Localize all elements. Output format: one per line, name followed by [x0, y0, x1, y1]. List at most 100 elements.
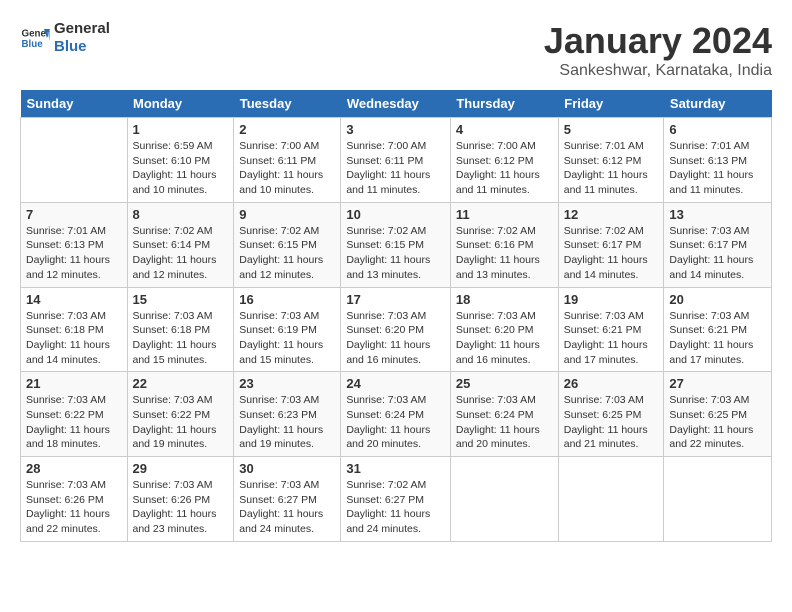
day-info: Sunrise: 7:03 AM Sunset: 6:20 PM Dayligh…	[456, 310, 540, 366]
week-row-4: 21 Sunrise: 7:03 AM Sunset: 6:22 PM Dayli…	[21, 372, 772, 457]
day-number: 16	[239, 292, 335, 307]
day-cell: 12 Sunrise: 7:02 AM Sunset: 6:17 PM Dayli…	[558, 202, 664, 287]
day-cell: 23 Sunrise: 7:03 AM Sunset: 6:23 PM Dayli…	[234, 372, 341, 457]
day-cell: 14 Sunrise: 7:03 AM Sunset: 6:18 PM Dayli…	[21, 287, 128, 372]
day-cell: 1 Sunrise: 6:59 AM Sunset: 6:10 PM Daylig…	[127, 118, 234, 203]
day-cell: 3 Sunrise: 7:00 AM Sunset: 6:11 PM Daylig…	[341, 118, 451, 203]
day-info: Sunrise: 7:01 AM Sunset: 6:12 PM Dayligh…	[564, 140, 648, 196]
day-cell: 13 Sunrise: 7:03 AM Sunset: 6:17 PM Dayli…	[664, 202, 772, 287]
day-number: 17	[346, 292, 445, 307]
title-area: January 2024 Sankeshwar, Karnataka, Indi…	[544, 20, 772, 80]
day-cell: 21 Sunrise: 7:03 AM Sunset: 6:22 PM Dayli…	[21, 372, 128, 457]
day-info: Sunrise: 7:03 AM Sunset: 6:24 PM Dayligh…	[346, 394, 430, 450]
day-info: Sunrise: 7:03 AM Sunset: 6:25 PM Dayligh…	[564, 394, 648, 450]
day-number: 15	[133, 292, 229, 307]
day-number: 30	[239, 461, 335, 476]
day-number: 3	[346, 122, 445, 137]
day-number: 13	[669, 207, 766, 222]
day-info: Sunrise: 7:03 AM Sunset: 6:25 PM Dayligh…	[669, 394, 753, 450]
day-number: 5	[564, 122, 659, 137]
day-cell	[558, 457, 664, 542]
day-cell: 27 Sunrise: 7:03 AM Sunset: 6:25 PM Dayli…	[664, 372, 772, 457]
day-info: Sunrise: 7:03 AM Sunset: 6:20 PM Dayligh…	[346, 310, 430, 366]
logo-blue: Blue	[54, 38, 110, 56]
day-number: 12	[564, 207, 659, 222]
day-info: Sunrise: 7:03 AM Sunset: 6:22 PM Dayligh…	[133, 394, 217, 450]
day-info: Sunrise: 7:02 AM Sunset: 6:17 PM Dayligh…	[564, 225, 648, 281]
day-info: Sunrise: 7:03 AM Sunset: 6:18 PM Dayligh…	[133, 310, 217, 366]
day-info: Sunrise: 7:03 AM Sunset: 6:21 PM Dayligh…	[669, 310, 753, 366]
day-info: Sunrise: 7:02 AM Sunset: 6:15 PM Dayligh…	[239, 225, 323, 281]
day-cell: 6 Sunrise: 7:01 AM Sunset: 6:13 PM Daylig…	[664, 118, 772, 203]
day-info: Sunrise: 7:03 AM Sunset: 6:26 PM Dayligh…	[133, 479, 217, 535]
day-cell: 26 Sunrise: 7:03 AM Sunset: 6:25 PM Dayli…	[558, 372, 664, 457]
day-info: Sunrise: 7:02 AM Sunset: 6:27 PM Dayligh…	[346, 479, 430, 535]
day-number: 31	[346, 461, 445, 476]
day-cell: 18Sunrise: 7:03 AM Sunset: 6:20 PM Dayli…	[450, 287, 558, 372]
day-number: 11	[456, 207, 553, 222]
page-container: General Blue General Blue January 2024 S…	[20, 20, 772, 542]
header-cell-friday: Friday	[558, 90, 664, 118]
day-number: 27	[669, 376, 766, 391]
day-number: 1	[133, 122, 229, 137]
day-number: 21	[26, 376, 122, 391]
day-cell: 30 Sunrise: 7:03 AM Sunset: 6:27 PM Dayli…	[234, 457, 341, 542]
header: General Blue General Blue January 2024 S…	[20, 20, 772, 80]
logo-general: General	[54, 20, 110, 38]
day-info: Sunrise: 7:03 AM Sunset: 6:18 PM Dayligh…	[26, 310, 110, 366]
day-cell: 24 Sunrise: 7:03 AM Sunset: 6:24 PM Dayli…	[341, 372, 451, 457]
day-info: Sunrise: 7:00 AM Sunset: 6:11 PM Dayligh…	[346, 140, 430, 196]
day-number: 24	[346, 376, 445, 391]
week-row-1: 1 Sunrise: 6:59 AM Sunset: 6:10 PM Daylig…	[21, 118, 772, 203]
header-cell-sunday: Sunday	[21, 90, 128, 118]
day-number: 28	[26, 461, 122, 476]
day-cell: 8Sunrise: 7:02 AM Sunset: 6:14 PM Daylig…	[127, 202, 234, 287]
day-number: 8	[133, 207, 229, 222]
day-cell	[21, 118, 128, 203]
day-number: 9	[239, 207, 335, 222]
day-number: 2	[239, 122, 335, 137]
day-number: 19	[564, 292, 659, 307]
day-info: Sunrise: 7:03 AM Sunset: 6:19 PM Dayligh…	[239, 310, 323, 366]
day-info: Sunrise: 7:03 AM Sunset: 6:21 PM Dayligh…	[564, 310, 648, 366]
header-cell-saturday: Saturday	[664, 90, 772, 118]
header-cell-monday: Monday	[127, 90, 234, 118]
main-title: January 2024	[544, 20, 772, 62]
day-cell: 22Sunrise: 7:03 AM Sunset: 6:22 PM Dayli…	[127, 372, 234, 457]
day-number: 26	[564, 376, 659, 391]
day-info: Sunrise: 7:03 AM Sunset: 6:23 PM Dayligh…	[239, 394, 323, 450]
day-cell: 28Sunrise: 7:03 AM Sunset: 6:26 PM Dayli…	[21, 457, 128, 542]
day-cell: 5 Sunrise: 7:01 AM Sunset: 6:12 PM Daylig…	[558, 118, 664, 203]
day-info: Sunrise: 6:59 AM Sunset: 6:10 PM Dayligh…	[133, 140, 217, 196]
day-info: Sunrise: 7:01 AM Sunset: 6:13 PM Dayligh…	[26, 225, 110, 281]
day-cell: 2Sunrise: 7:00 AM Sunset: 6:11 PM Daylig…	[234, 118, 341, 203]
logo-icon: General Blue	[20, 23, 50, 53]
header-row: SundayMondayTuesdayWednesdayThursdayFrid…	[21, 90, 772, 118]
day-cell: 19 Sunrise: 7:03 AM Sunset: 6:21 PM Dayli…	[558, 287, 664, 372]
day-number: 23	[239, 376, 335, 391]
day-cell: 29 Sunrise: 7:03 AM Sunset: 6:26 PM Dayli…	[127, 457, 234, 542]
day-info: Sunrise: 7:03 AM Sunset: 6:17 PM Dayligh…	[669, 225, 753, 281]
day-cell: 25Sunrise: 7:03 AM Sunset: 6:24 PM Dayli…	[450, 372, 558, 457]
day-info: Sunrise: 7:03 AM Sunset: 6:27 PM Dayligh…	[239, 479, 323, 535]
day-cell	[450, 457, 558, 542]
day-cell: 11 Sunrise: 7:02 AM Sunset: 6:16 PM Dayli…	[450, 202, 558, 287]
calendar-table: SundayMondayTuesdayWednesdayThursdayFrid…	[20, 90, 772, 542]
day-number: 29	[133, 461, 229, 476]
day-cell: 9 Sunrise: 7:02 AM Sunset: 6:15 PM Daylig…	[234, 202, 341, 287]
day-number: 20	[669, 292, 766, 307]
day-number: 7	[26, 207, 122, 222]
week-row-3: 14 Sunrise: 7:03 AM Sunset: 6:18 PM Dayli…	[21, 287, 772, 372]
week-row-5: 28 Sunrise: 7:03 AM Sunset: 6:26 PM Dayli…	[21, 457, 772, 542]
day-cell: 7 Sunrise: 7:01 AM Sunset: 6:13 PM Daylig…	[21, 202, 128, 287]
day-number: 25	[456, 376, 553, 391]
day-number: 6	[669, 122, 766, 137]
day-number: 14	[26, 292, 122, 307]
day-cell: 16 Sunrise: 7:03 AM Sunset: 6:19 PM Dayli…	[234, 287, 341, 372]
header-cell-wednesday: Wednesday	[341, 90, 451, 118]
subtitle: Sankeshwar, Karnataka, India	[544, 62, 772, 80]
day-info: Sunrise: 7:03 AM Sunset: 6:22 PM Dayligh…	[26, 394, 110, 450]
day-info: Sunrise: 7:01 AM Sunset: 6:13 PM Dayligh…	[669, 140, 753, 196]
day-info: Sunrise: 7:02 AM Sunset: 6:16 PM Dayligh…	[456, 225, 540, 281]
week-row-2: 7 Sunrise: 7:01 AM Sunset: 6:13 PM Daylig…	[21, 202, 772, 287]
